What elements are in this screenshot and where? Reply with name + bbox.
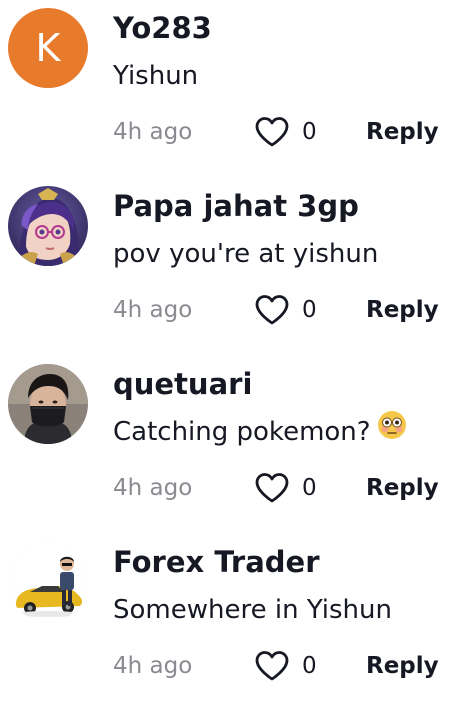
- avatar-letter: K: [35, 26, 61, 70]
- like-count: 0: [302, 119, 317, 145]
- comment-username[interactable]: Forex Trader: [113, 544, 320, 580]
- comment-text: Catching pokemon?: [113, 410, 407, 450]
- person-car-avatar-icon: [8, 542, 88, 622]
- like-button[interactable]: 0: [254, 292, 317, 328]
- like-button[interactable]: 0: [254, 648, 317, 684]
- comment-text-content: Catching pokemon?: [113, 417, 371, 447]
- avatar[interactable]: [8, 364, 88, 444]
- like-count: 0: [302, 475, 317, 501]
- avatar[interactable]: [8, 186, 88, 266]
- like-count: 0: [302, 653, 317, 679]
- comment-timestamp: 4h ago: [113, 475, 193, 501]
- comment-timestamp: 4h ago: [113, 653, 193, 679]
- comment-username[interactable]: Papa jahat 3gp: [113, 188, 359, 224]
- heart-outline-icon: [255, 473, 289, 503]
- like-button[interactable]: 0: [254, 470, 317, 506]
- reply-button[interactable]: Reply: [366, 651, 439, 681]
- comment-item: K Yo283 Yishun 4h ago 0 Reply: [0, 0, 456, 178]
- like-button[interactable]: 0: [254, 114, 317, 150]
- like-count: 0: [302, 297, 317, 323]
- reply-button[interactable]: Reply: [366, 117, 439, 147]
- comment-item: quetuari Catching pokemon? 4h ago 0 Repl…: [0, 356, 456, 534]
- flushed-face-emoji: [377, 410, 407, 450]
- reply-button[interactable]: Reply: [366, 295, 439, 325]
- comment-item: Papa jahat 3gp pov you're at yishun 4h a…: [0, 178, 456, 356]
- reply-button[interactable]: Reply: [366, 473, 439, 503]
- heart-outline-icon: [255, 651, 289, 681]
- comment-username[interactable]: quetuari: [113, 366, 252, 402]
- comment-username[interactable]: Yo283: [113, 10, 212, 46]
- comment-timestamp: 4h ago: [113, 119, 193, 145]
- heart-outline-icon: [255, 117, 289, 147]
- comment-text: Yishun: [113, 61, 199, 91]
- avatar[interactable]: K: [8, 8, 88, 88]
- person-mask-avatar-icon: [8, 364, 88, 444]
- heart-outline-icon: [255, 295, 289, 325]
- anime-character-avatar-icon: [8, 186, 88, 266]
- comment-text: Somewhere in Yishun: [113, 595, 392, 625]
- avatar[interactable]: [8, 542, 88, 622]
- comment-timestamp: 4h ago: [113, 297, 193, 323]
- comment-item: Forex Trader Somewhere in Yishun 4h ago …: [0, 534, 456, 712]
- comment-text: pov you're at yishun: [113, 239, 379, 269]
